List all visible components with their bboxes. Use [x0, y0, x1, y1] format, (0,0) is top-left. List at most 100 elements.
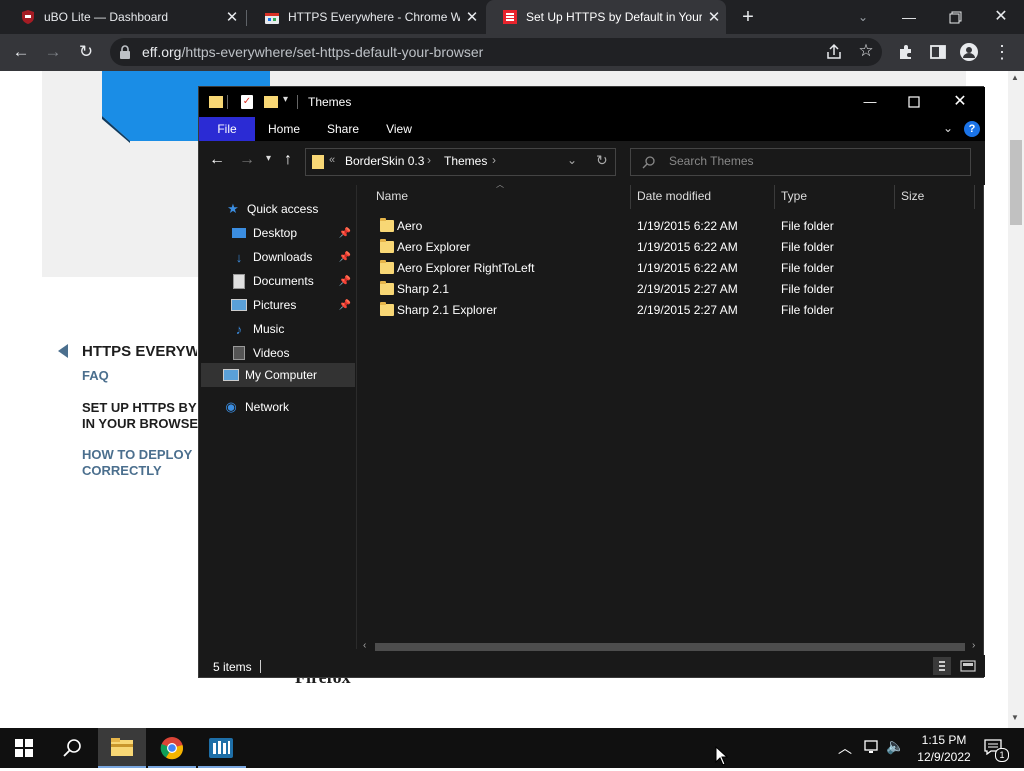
- back-icon[interactable]: ←: [9, 40, 33, 64]
- nav-documents[interactable]: Documents 📌: [231, 269, 355, 293]
- column-type[interactable]: Type: [781, 185, 807, 207]
- system-clock[interactable]: 1:15 PM 12/9/2022: [912, 732, 976, 766]
- file-row[interactable]: Sharp 2.1 Explorer 2/19/2015 2:27 AM Fil…: [374, 299, 974, 320]
- breadcrumb-overflow-icon[interactable]: «: [329, 154, 335, 166]
- search-icon: [642, 156, 655, 169]
- reload-icon[interactable]: ↻: [74, 40, 98, 64]
- tab-eff-active[interactable]: Set Up HTTPS by Default in Your Browser …: [486, 0, 726, 34]
- quick-access-toolbar-dropdown-icon[interactable]: ▾: [283, 94, 288, 105]
- show-hidden-icons-icon[interactable]: ︿: [838, 738, 852, 758]
- nav-network[interactable]: ◉ Network: [223, 395, 355, 419]
- scroll-down-arrow-icon[interactable]: ▼: [1011, 713, 1019, 722]
- column-divider[interactable]: [894, 185, 895, 209]
- breadcrumb-themes[interactable]: Themes: [444, 154, 487, 168]
- refresh-icon[interactable]: ↻: [596, 152, 608, 169]
- nav-quick-access[interactable]: ★ Quick access: [225, 197, 355, 221]
- restore-icon[interactable]: [944, 6, 966, 28]
- file-row[interactable]: Aero Explorer RightToLeft 1/19/2015 6:22…: [374, 257, 974, 278]
- divider: [297, 95, 298, 109]
- nav-parent-link[interactable]: HTTPS EVERYWHERE: [82, 343, 197, 360]
- lock-icon[interactable]: [118, 44, 132, 60]
- forward-icon[interactable]: →: [41, 40, 65, 64]
- folder-icon: [209, 96, 223, 108]
- ribbon-tab-view[interactable]: View: [377, 117, 421, 141]
- breadcrumb-borderskin[interactable]: BorderSkin 0.3: [345, 154, 424, 168]
- minimize-icon[interactable]: —: [898, 6, 920, 28]
- pin-icon[interactable]: 📌: [339, 252, 351, 263]
- extensions-icon[interactable]: [896, 42, 916, 62]
- nav-deploy-link[interactable]: HOW TO DEPLOY CORRECTLY: [82, 447, 192, 479]
- up-icon[interactable]: ↑: [284, 151, 292, 169]
- nav-faq-link[interactable]: FAQ: [82, 368, 109, 383]
- pin-icon[interactable]: 📌: [339, 228, 351, 239]
- side-panel-icon[interactable]: [928, 42, 948, 62]
- column-name[interactable]: Name: [376, 185, 408, 207]
- nav-videos[interactable]: Videos: [231, 341, 355, 365]
- column-divider[interactable]: [974, 185, 975, 209]
- nav-pictures[interactable]: Pictures 📌: [231, 293, 355, 317]
- column-date-modified[interactable]: Date modified: [637, 185, 711, 207]
- minimize-icon[interactable]: —: [859, 91, 881, 113]
- breadcrumb-chevron-icon[interactable]: ›: [427, 153, 431, 167]
- windows-start-icon[interactable]: [15, 739, 33, 757]
- chrome-taskbar-icon[interactable]: [160, 736, 184, 760]
- tab-search-icon[interactable]: ⌄: [852, 6, 874, 28]
- details-view-button[interactable]: [933, 657, 951, 675]
- back-icon[interactable]: ←: [209, 151, 225, 169]
- nav-label: Pictures: [253, 298, 297, 312]
- url-text[interactable]: eff.org/https-everywhere/set-https-defau…: [142, 44, 483, 60]
- tab-close-icon[interactable]: ✕: [220, 8, 244, 26]
- profile-avatar-icon[interactable]: [959, 42, 979, 62]
- scroll-left-icon[interactable]: ‹: [363, 640, 366, 651]
- column-size[interactable]: Size: [901, 185, 924, 207]
- nav-my-computer[interactable]: My Computer: [223, 363, 355, 387]
- expand-ribbon-icon[interactable]: ⌄: [943, 121, 953, 135]
- nav-label: Videos: [253, 346, 290, 360]
- close-icon[interactable]: ✕: [949, 91, 971, 113]
- column-divider[interactable]: [774, 185, 775, 209]
- scroll-up-arrow-icon[interactable]: ▲: [1011, 73, 1019, 82]
- search-icon[interactable]: [63, 738, 83, 758]
- breadcrumb-chevron-icon[interactable]: ›: [492, 153, 496, 167]
- app-grid-taskbar-icon[interactable]: [208, 736, 234, 760]
- tab-close-icon[interactable]: ✕: [702, 8, 726, 26]
- ribbon-tab-file[interactable]: File: [199, 117, 255, 141]
- page-scroll-thumb[interactable]: [1010, 140, 1022, 225]
- tab-close-icon[interactable]: ✕: [460, 8, 484, 26]
- file-row[interactable]: Aero Explorer 1/19/2015 6:22 AM File fol…: [374, 236, 974, 257]
- file-row[interactable]: Sharp 2.1 2/19/2015 2:27 AM File folder: [374, 278, 974, 299]
- pin-icon[interactable]: 📌: [339, 276, 351, 287]
- tab-ublock[interactable]: uBO Lite — Dashboard ✕: [4, 0, 244, 34]
- file-date: 1/19/2015 6:22 AM: [637, 218, 738, 233]
- large-icons-view-button[interactable]: [959, 657, 977, 675]
- scroll-right-icon[interactable]: ›: [972, 640, 975, 651]
- address-dropdown-icon[interactable]: ⌄: [567, 153, 577, 167]
- pin-icon[interactable]: 📌: [339, 300, 351, 311]
- properties-icon[interactable]: ✓: [241, 95, 253, 109]
- ribbon-tab-share[interactable]: Share: [319, 117, 367, 141]
- chrome-menu-icon[interactable]: ⋮: [992, 42, 1012, 62]
- recent-locations-icon[interactable]: ▾: [266, 153, 271, 164]
- horizontal-scroll-thumb[interactable]: [375, 643, 965, 651]
- forward-icon[interactable]: →: [239, 151, 255, 169]
- share-icon[interactable]: [824, 42, 844, 62]
- back-arrow-icon[interactable]: [58, 344, 70, 358]
- volume-icon[interactable]: 🔈: [886, 737, 905, 755]
- tab-chrome-web-store[interactable]: HTTPS Everywhere - Chrome Web Store ✕: [248, 0, 484, 34]
- nav-desktop[interactable]: Desktop 📌: [231, 221, 355, 245]
- nav-set-up-link[interactable]: SET UP HTTPS BY IN YOUR BROWSE: [82, 400, 198, 432]
- ribbon-tab-home[interactable]: Home: [259, 117, 309, 141]
- nav-downloads[interactable]: ↓ Downloads 📌: [231, 245, 355, 269]
- column-divider[interactable]: [630, 185, 631, 209]
- file-row[interactable]: Aero 1/19/2015 6:22 AM File folder: [374, 215, 974, 236]
- close-window-icon[interactable]: ✕: [990, 6, 1012, 28]
- file-explorer-window: ✓ ▾ Themes — ✕ File Home Share View ⌄ ? …: [198, 86, 985, 678]
- taskbar-file-explorer[interactable]: [98, 728, 146, 768]
- new-folder-icon[interactable]: [264, 96, 278, 108]
- nav-music[interactable]: ♪ Music: [231, 317, 355, 341]
- network-icon[interactable]: [862, 739, 880, 755]
- maximize-icon[interactable]: [903, 91, 925, 113]
- new-tab-button[interactable]: +: [736, 5, 760, 29]
- bookmark-star-icon[interactable]: ☆: [856, 41, 876, 61]
- help-icon[interactable]: ?: [964, 121, 980, 137]
